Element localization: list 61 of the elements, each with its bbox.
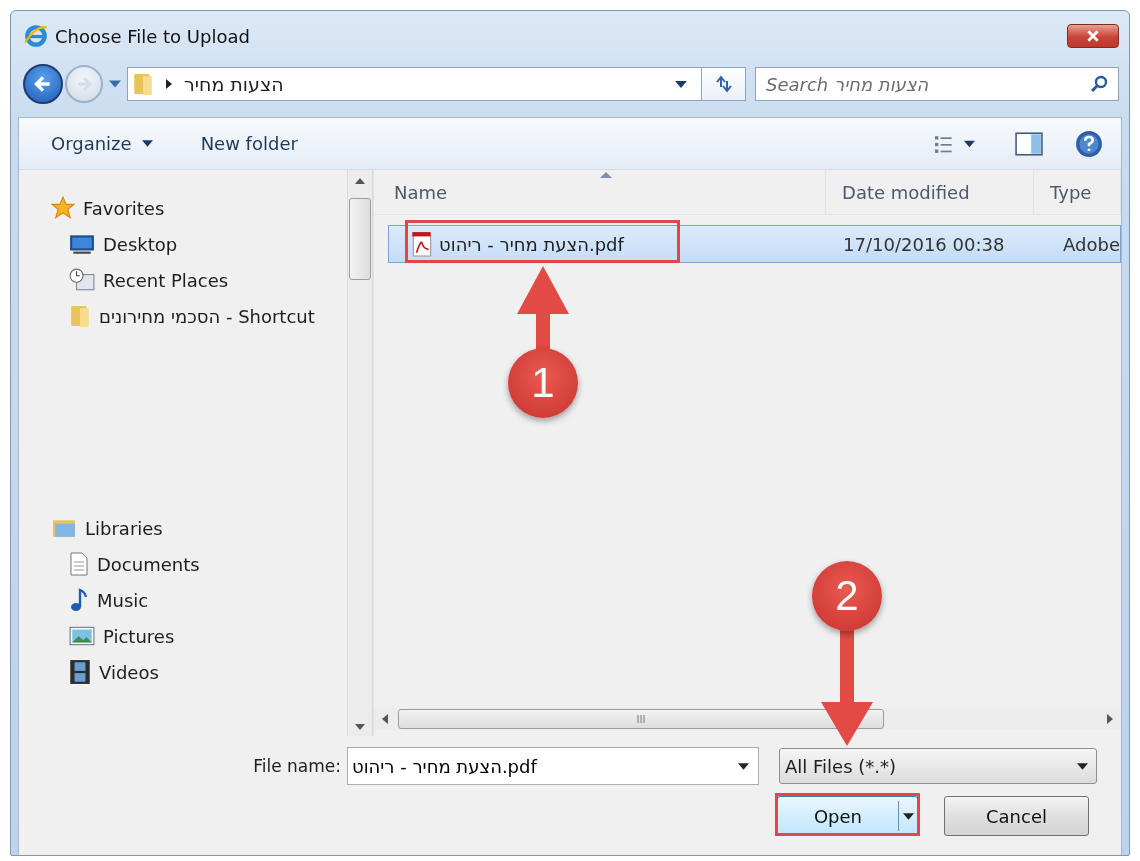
back-button[interactable] bbox=[23, 64, 63, 104]
nav-group-item[interactable]: Favorites bbox=[19, 190, 348, 226]
clock-window-icon bbox=[69, 268, 95, 292]
chevron-icon bbox=[166, 79, 172, 89]
dropdown-icon bbox=[1077, 762, 1088, 770]
vertical-scrollbar[interactable] bbox=[347, 170, 373, 736]
nav-item[interactable]: Recent Places bbox=[19, 262, 348, 298]
nav-item[interactable]: Music bbox=[19, 582, 348, 618]
help-icon[interactable] bbox=[1075, 129, 1103, 158]
preview-pane-icon[interactable] bbox=[1015, 131, 1043, 156]
dialog-button[interactable]: Cancel bbox=[944, 796, 1089, 836]
document-icon bbox=[69, 552, 89, 576]
dropdown-icon[interactable] bbox=[675, 80, 687, 88]
close-button[interactable] bbox=[1067, 24, 1119, 48]
open-split-button[interactable]: Open bbox=[777, 796, 918, 836]
breadcrumb[interactable]: הצעות מחיר bbox=[184, 73, 284, 95]
window-title: Choose File to Upload bbox=[55, 25, 250, 47]
nav-item[interactable]: Desktop bbox=[19, 226, 348, 262]
film-icon bbox=[69, 659, 91, 685]
file-name-field[interactable]: הצעת מחיר - ריהוט.pdf bbox=[347, 747, 759, 785]
scroll-left-icon[interactable] bbox=[382, 714, 389, 724]
search-icon bbox=[1089, 74, 1109, 94]
landscape-icon bbox=[69, 625, 95, 647]
dropdown-icon bbox=[738, 763, 749, 770]
nav-item[interactable]: Documents bbox=[19, 546, 348, 582]
nav-item[interactable]: Pictures bbox=[19, 618, 348, 654]
scroll-up-icon[interactable] bbox=[355, 178, 366, 184]
scroll-thumb[interactable] bbox=[349, 198, 372, 280]
column-header[interactable]: Type bbox=[1034, 170, 1121, 214]
caret-icon bbox=[903, 812, 914, 820]
nav-group-item[interactable]: Libraries bbox=[19, 510, 348, 546]
date-cell-text: 17/10/2016 00:38 bbox=[842, 232, 1006, 257]
refresh-icon bbox=[713, 74, 734, 94]
column-header[interactable]: Name bbox=[374, 170, 827, 214]
address-bar[interactable]: הצעות מחיר bbox=[127, 67, 702, 101]
star-icon bbox=[51, 196, 75, 220]
menu-button[interactable]: Organize bbox=[43, 129, 161, 158]
horizontal-scrollbar[interactable] bbox=[374, 708, 1121, 730]
file-name-label: File name: bbox=[252, 756, 341, 776]
folder-icon bbox=[132, 71, 154, 97]
grip-icon bbox=[635, 715, 648, 723]
search-field[interactable]: Search הצעות מחיר bbox=[755, 67, 1119, 101]
type-cell-text: Adobe bbox=[1062, 232, 1120, 257]
browser-logo-icon bbox=[23, 23, 49, 49]
refresh-button[interactable] bbox=[702, 67, 746, 101]
close-icon bbox=[1086, 29, 1100, 43]
scroll-down-icon[interactable] bbox=[355, 724, 366, 730]
nav-item[interactable]: Videos bbox=[19, 654, 348, 690]
scroll-right-icon[interactable] bbox=[1107, 714, 1113, 724]
nav-item[interactable]: הסכמי מחירונים - Shortcut bbox=[19, 298, 348, 334]
toolbar-button[interactable]: New folder bbox=[192, 129, 306, 158]
music-note-icon bbox=[69, 588, 89, 612]
caret-icon bbox=[141, 140, 153, 147]
column-header[interactable]: Date modified bbox=[826, 170, 1035, 214]
pdf-file-icon bbox=[411, 231, 434, 257]
folder-icon bbox=[69, 303, 91, 329]
library-icon bbox=[51, 517, 77, 539]
file-type-dropdown[interactable]: All Files (*.*) bbox=[779, 748, 1097, 784]
monitor-icon bbox=[69, 233, 95, 255]
scroll-thumb[interactable] bbox=[398, 709, 885, 729]
file-name: הצעת מחיר - ריהוט.pdf bbox=[439, 233, 624, 255]
